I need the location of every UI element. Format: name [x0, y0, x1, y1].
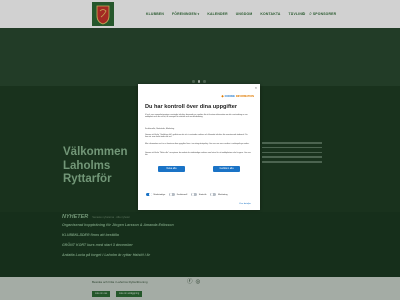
dialog-paragraph: Funktionella, Statistiska, Marketing — [145, 128, 175, 130]
toggle-switch[interactable] — [191, 193, 198, 196]
show-details-link[interactable]: Visa detaljer — [239, 203, 251, 205]
toggle-statistics[interactable]: Statistik — [191, 193, 206, 196]
dialog-paragraph[interactable]: Genom att klicka "Neka alla" accepterar … — [145, 152, 251, 157]
accept-all-button[interactable]: Godkänn alla — [213, 166, 240, 172]
toggle-functional[interactable]: Funktionell — [169, 193, 187, 196]
reject-all-button[interactable]: Neka alla — [158, 166, 185, 172]
close-icon[interactable]: × — [255, 86, 257, 90]
toggle-switch[interactable] — [210, 193, 217, 196]
cookie-icon: ◆ — [221, 94, 224, 98]
toggle-switch[interactable] — [169, 193, 176, 196]
dialog-title: Du har kontroll över dina uppgifter — [145, 104, 237, 110]
dialog-paragraph: Genom att klicka "Godkänn alla" godkänne… — [145, 134, 248, 139]
toggle-switch[interactable] — [146, 193, 152, 196]
toggle-necessary[interactable]: Nödvändiga — [146, 193, 165, 196]
cookie-consent-dialog: × ◆ COOKIE INFORMATION Du har kontroll öv… — [138, 84, 260, 210]
dialog-paragraph: Vi och våra samarbetspartner använder te… — [145, 114, 248, 119]
dialog-paragraph: Mer information om hur vi hanterar dina … — [145, 143, 250, 145]
toggle-marketing[interactable]: Marketing — [210, 193, 228, 196]
consent-categories: Nödvändiga Funktionell Statistik Marketi… — [146, 193, 228, 196]
cookie-information-logo: ◆ COOKIE INFORMATION — [221, 94, 254, 98]
